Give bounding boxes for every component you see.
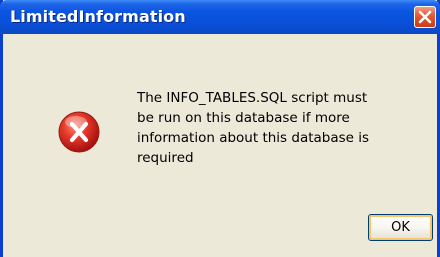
title-bar[interactable]: LimitedInformation	[0, 0, 440, 34]
error-icon	[58, 111, 100, 153]
close-icon	[418, 10, 432, 24]
error-message: The INFO_TABLES.SQL script must be run o…	[137, 90, 370, 166]
close-button[interactable]	[414, 6, 436, 28]
dialog-window: LimitedInformation The INFO_TABLES.SQL s…	[0, 0, 440, 257]
ok-button-label: OK	[391, 220, 410, 235]
window-title: LimitedInformation	[10, 7, 186, 26]
ok-button[interactable]: OK	[368, 214, 433, 241]
